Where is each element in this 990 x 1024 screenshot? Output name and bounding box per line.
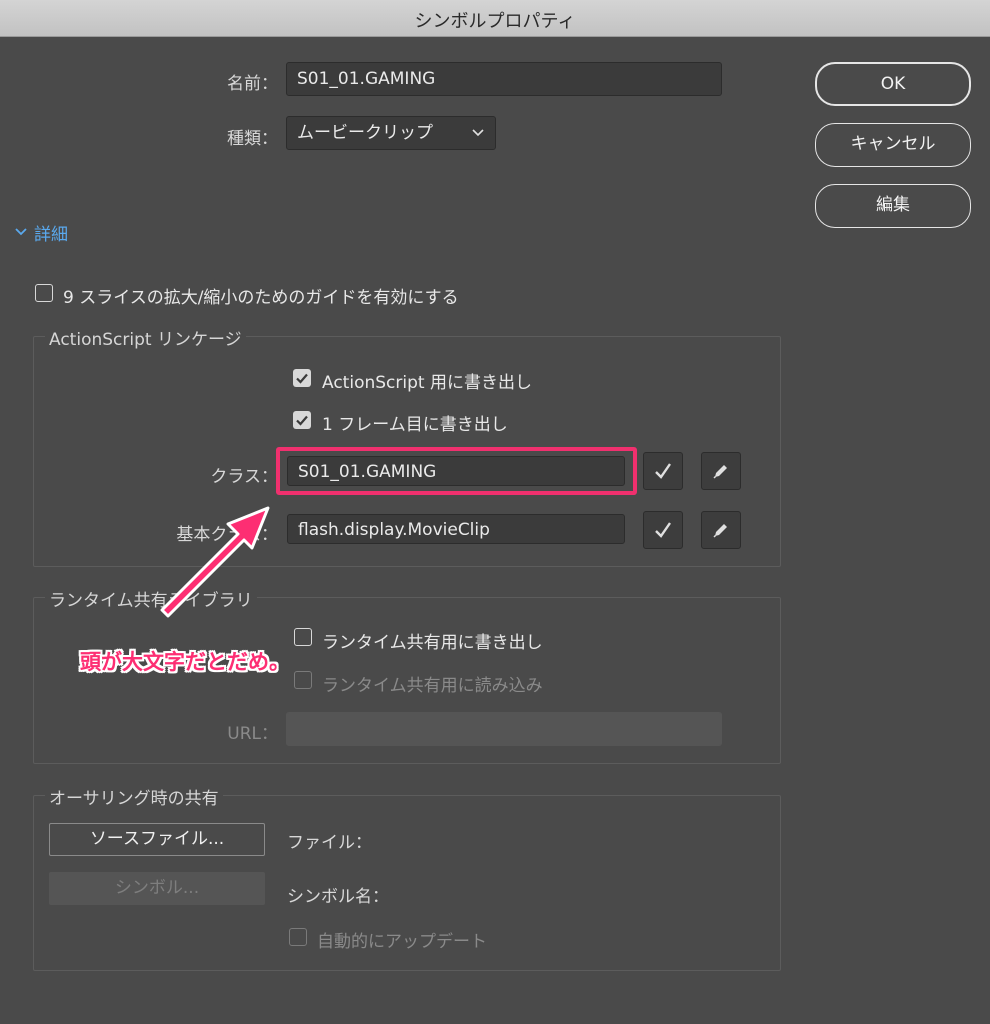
pencil-icon: [713, 465, 727, 479]
chevron-down-icon: [471, 117, 485, 160]
source-file-button[interactable]: ソースファイル...: [49, 823, 265, 856]
runtime-export-checkbox[interactable]: [294, 628, 312, 646]
title-bar: シンボルプロパティ: [0, 0, 990, 37]
checkmark-icon: [296, 415, 308, 426]
validate-base-class-button[interactable]: [643, 511, 683, 549]
ok-button[interactable]: OK: [815, 62, 971, 106]
runtime-export-label: ランタイム共有用に書き出し: [322, 633, 543, 653]
pencil-icon: [713, 524, 727, 538]
advanced-toggle[interactable]: 詳細: [14, 219, 94, 245]
export-as-checkbox[interactable]: [293, 369, 311, 387]
annotation-arrow: [160, 506, 270, 618]
name-label: 名前：: [227, 74, 278, 94]
type-select[interactable]: ムービークリップ: [286, 116, 496, 150]
runtime-import-checkbox[interactable]: [294, 671, 312, 689]
cancel-button[interactable]: キャンセル: [815, 123, 971, 167]
url-field[interactable]: [286, 712, 722, 746]
edit-base-class-button[interactable]: [701, 511, 741, 549]
class-highlight-box: [276, 447, 637, 495]
type-select-value: ムービークリップ: [297, 123, 433, 143]
export-frame1-label: 1 フレーム目に書き出し: [322, 415, 508, 435]
scale9-checkbox[interactable]: [35, 284, 53, 302]
export-frame1-checkbox[interactable]: [293, 411, 311, 429]
window-title: シンボルプロパティ: [414, 11, 576, 32]
scale9-label: 9 スライスの拡大/縮小のためのガイドを有効にする: [63, 288, 459, 308]
export-as-label: ActionScript 用に書き出し: [322, 373, 532, 393]
type-label: 種類：: [227, 129, 278, 149]
annotation-text: 頭が大文字だとだめ。: [80, 650, 290, 674]
authoring-title: オーサリング時の共有: [45, 784, 223, 809]
runtime-import-label: ランタイム共有用に読み込み: [322, 676, 543, 696]
checkmark-icon: [655, 463, 671, 479]
symbol-name-label: シンボル名：: [287, 887, 389, 907]
name-field[interactable]: S01_01.GAMING: [286, 62, 722, 96]
auto-update-label: 自動的にアップデート: [317, 932, 487, 952]
file-label: ファイル：: [287, 833, 372, 853]
linkage-title: ActionScript リンケージ: [45, 325, 246, 350]
url-label: URL：: [227, 724, 278, 744]
checkmark-icon: [655, 522, 671, 538]
edit-button[interactable]: 編集: [815, 184, 971, 228]
advanced-toggle-label: 詳細: [34, 225, 68, 245]
auto-update-checkbox[interactable]: [289, 928, 307, 946]
symbol-button[interactable]: シンボル...: [49, 872, 265, 905]
validate-class-button[interactable]: [643, 452, 683, 490]
base-class-field[interactable]: flash.display.MovieClip: [287, 514, 625, 544]
edit-class-button[interactable]: [701, 452, 741, 490]
chevron-down-icon: [14, 222, 28, 246]
checkmark-icon: [296, 373, 308, 384]
class-label: クラス：: [210, 467, 278, 487]
